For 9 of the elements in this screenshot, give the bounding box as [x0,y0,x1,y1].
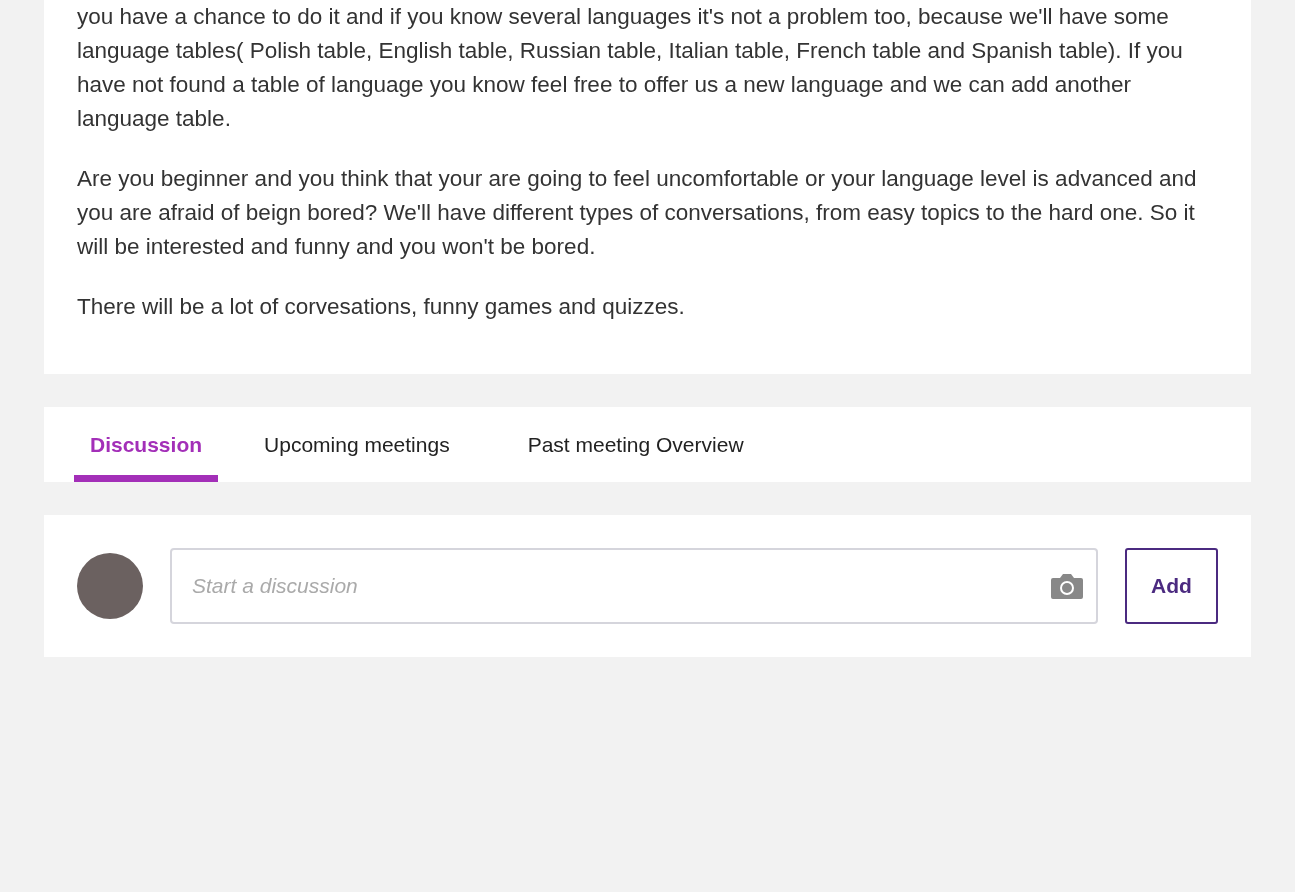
description-paragraph: There will be a lot of corvesations, funny games and quizzes. [77,293,686,321]
tab[interactable]: Past meeting Overview [495,407,776,482]
description-paragraph: you have a chance to do it and if you know several languages it's not a problem too, because we'll have some language tables( Polish table, English table, Russian table, Italian table, French table and Spanish table). If you have not found a table of language you know feel free to offer us a new language and we can add another language table. [77,3,1184,133]
camera-icon[interactable] [1050,571,1084,601]
discussion-input[interactable]: Start a discussion [170,548,1098,624]
tab[interactable]: Discussion [74,407,219,482]
tab[interactable]: Upcoming meetings [232,407,482,482]
description-paragraph: Are you beginner and you think that your are going to feel uncomfortable or your language level is advanced and you are afraid of beign bored? We'll have different types of conversations, from easy topics to the hard one. So it will be interested and funny and you won't be bored. [77,165,1198,261]
add-button[interactable]: Add [1125,548,1218,624]
